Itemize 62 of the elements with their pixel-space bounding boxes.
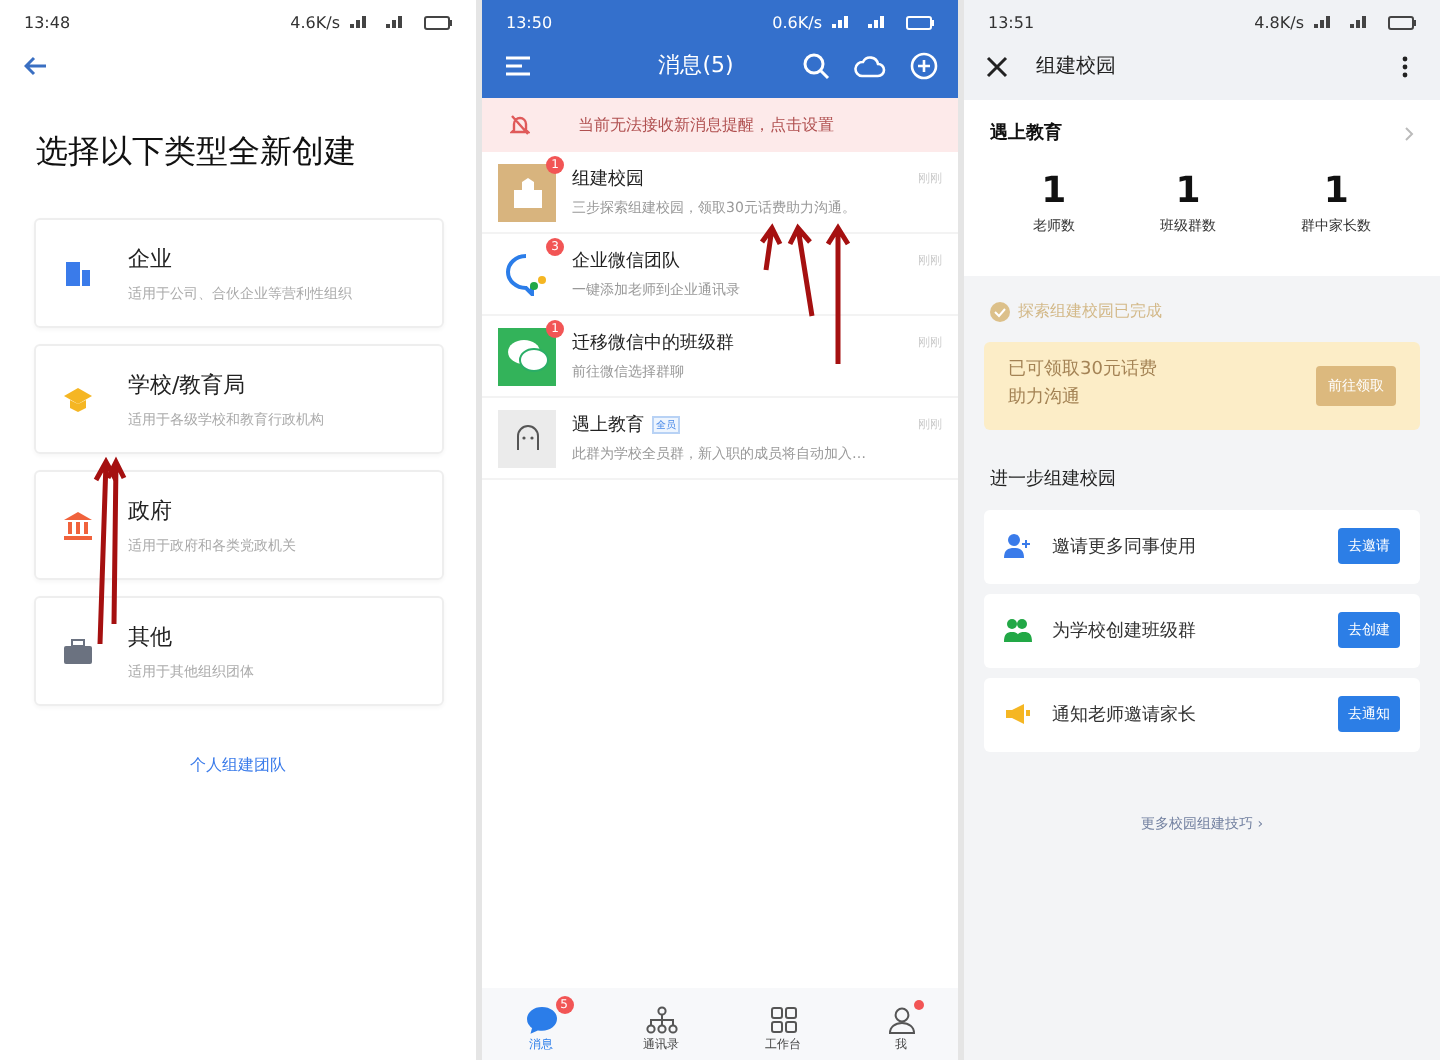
- org-chart-icon: [645, 1005, 677, 1033]
- battery-icon: [906, 15, 934, 29]
- close-icon[interactable]: [986, 55, 1008, 77]
- check-circle-icon: [990, 301, 1010, 321]
- chevron-right-icon: [1404, 125, 1414, 141]
- action-text: 为学校创建班级群: [1052, 619, 1198, 644]
- person-icon: [887, 1005, 915, 1033]
- type-icon: [64, 511, 92, 539]
- search-icon[interactable]: [802, 51, 830, 79]
- screen-title: 组建校园: [1036, 53, 1118, 80]
- type-name: 政府: [128, 495, 174, 525]
- annotation-arrow: [787, 223, 815, 319]
- menu-icon[interactable]: [506, 55, 530, 75]
- section-title: 进一步组建校园: [988, 467, 1118, 494]
- banner-text: 当前无法接收新消息提醒，点击设置: [578, 114, 834, 136]
- add-icon[interactable]: [910, 51, 938, 79]
- completion-text: 探索组建校园已完成: [1018, 300, 1162, 322]
- action-text: 邀请更多同事使用: [1052, 535, 1198, 560]
- building-icon: [509, 176, 545, 208]
- status-time: 13:51: [988, 13, 1035, 31]
- chat-name: 遇上教育: [572, 412, 644, 438]
- chat-name: 企业微信团队: [572, 249, 680, 274]
- wechat-bubbles-icon: [505, 338, 549, 374]
- reward-text: 助力沟通: [1008, 385, 1082, 412]
- annotation-arrow: [759, 223, 783, 273]
- action-icon: [1004, 618, 1032, 643]
- cloud-icon[interactable]: [854, 51, 886, 79]
- type-name: 企业: [128, 243, 174, 273]
- muted-bell-icon: [510, 114, 530, 136]
- stat-value: 1: [1175, 174, 1201, 210]
- organization-name: 遇上教育: [990, 120, 1062, 146]
- page-title: 选择以下类型全新创建: [36, 132, 358, 174]
- annotation-arrow: [825, 223, 851, 367]
- network-speed: 4.8K/s: [1254, 13, 1304, 31]
- battery-icon: [424, 15, 452, 29]
- notification-banner[interactable]: 当前无法接收新消息提醒，点击设置: [482, 98, 958, 152]
- type-name: 学校/教育局: [128, 369, 248, 399]
- more-icon[interactable]: [1402, 55, 1408, 77]
- screen-title: 消息(5): [656, 50, 736, 80]
- action-icon: [1004, 702, 1032, 727]
- type-icon: [64, 637, 92, 665]
- organization-row[interactable]: 遇上教育: [990, 120, 1414, 146]
- battery-icon: [1388, 15, 1416, 29]
- reward-text: 已可领取30元话费: [1008, 358, 1157, 384]
- network-speed: 4.6K/s: [290, 13, 340, 31]
- chat-name: 组建校园: [572, 167, 644, 192]
- back-icon[interactable]: [24, 56, 48, 76]
- status-time: 13:48: [24, 13, 71, 31]
- chat-icon: [525, 1005, 557, 1033]
- grid-icon: [769, 1005, 797, 1033]
- personal-team-link[interactable]: 个人组建团队: [190, 754, 286, 776]
- action-icon: [1004, 534, 1032, 559]
- action-text: 通知老师邀请家长: [1052, 703, 1198, 728]
- stat-value: 1: [1323, 174, 1349, 210]
- type-name: 其他: [128, 621, 174, 651]
- chat-name: 迁移微信中的班级群: [572, 331, 734, 356]
- status-time: 13:50: [506, 13, 553, 31]
- type-icon: [64, 385, 92, 413]
- network-speed: 0.6K/s: [772, 13, 822, 31]
- stat-value: 1: [1041, 174, 1067, 210]
- type-icon: [64, 259, 92, 287]
- face-outline-icon: [513, 424, 541, 452]
